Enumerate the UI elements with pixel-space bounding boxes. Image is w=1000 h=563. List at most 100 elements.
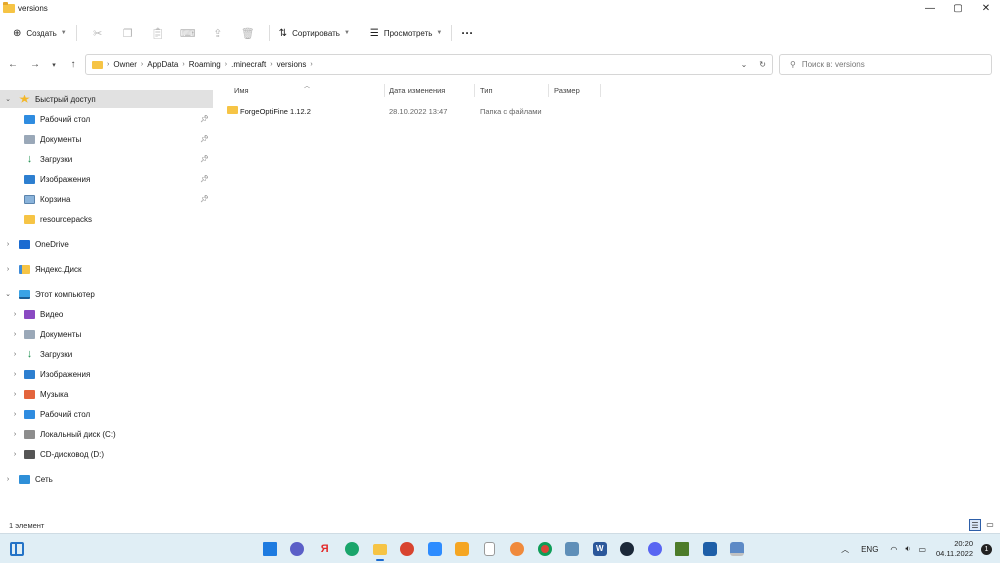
details-view-icon[interactable]: ☰ <box>969 519 981 531</box>
refresh-icon[interactable]: ↻ <box>759 60 766 69</box>
new-button[interactable]: ⊕ Создать ▼ <box>10 22 70 44</box>
column-divider[interactable] <box>474 84 475 97</box>
sort-button[interactable]: ⇅ Сортировать ▼ <box>276 22 353 44</box>
column-header-modified[interactable]: Дата изменения <box>389 86 445 95</box>
sidebar-item-recycle-bin[interactable]: Корзина 📌︎ <box>0 190 213 208</box>
chevron-up-icon[interactable]: ︿ <box>841 544 849 555</box>
taskbar-app-yandex-browser[interactable]: Я <box>311 539 339 559</box>
recent-chevron-icon[interactable]: ▾ <box>46 61 62 69</box>
taskbar-app-remote-desktop[interactable] <box>724 539 752 559</box>
taskbar-app-edge[interactable] <box>339 539 367 559</box>
sidebar-item-documents[interactable]: Документы 📌︎ <box>0 130 213 148</box>
column-divider[interactable] <box>548 84 549 97</box>
column-divider[interactable] <box>600 84 601 97</box>
sidebar-item-quick-access[interactable]: ⌄ Быстрый доступ <box>0 90 213 108</box>
history-chevron-icon[interactable]: ⌄ <box>741 60 748 69</box>
wifi-icon[interactable]: ◠ <box>890 545 897 554</box>
copy-icon[interactable]: ❐ <box>113 27 143 40</box>
share-icon[interactable]: ⇪ <box>203 27 233 40</box>
chevron-right-icon[interactable]: › <box>10 411 20 418</box>
search-input[interactable]: ⚲ Поиск в: versions <box>779 54 992 75</box>
volume-icon[interactable]: 🔉︎ <box>905 544 910 554</box>
chevron-right-icon[interactable]: › <box>3 241 13 248</box>
column-header-type[interactable]: Тип <box>480 86 493 95</box>
sidebar-item-local-disk-c[interactable]: › Локальный диск (C:) <box>0 425 213 443</box>
sidebar-item-downloads[interactable]: ↓ Загрузки 📌︎ <box>0 150 213 168</box>
widgets-icon[interactable] <box>10 542 24 556</box>
chevron-down-icon[interactable]: ⌄ <box>3 290 13 298</box>
taskbar-app-document[interactable] <box>476 539 504 559</box>
taskbar-app-target[interactable] <box>504 539 532 559</box>
sidebar-item-network[interactable]: › Сеть <box>0 470 213 488</box>
view-button[interactable]: ☰ Просмотреть ▼ <box>367 22 445 44</box>
taskbar-app-chat[interactable] <box>284 539 312 559</box>
back-arrow-icon[interactable]: ← <box>2 59 24 70</box>
taskbar-app-steam[interactable] <box>614 539 642 559</box>
taskbar-app-ccleaner[interactable] <box>394 539 422 559</box>
taskbar-app-image-viewer[interactable] <box>696 539 724 559</box>
column-header-size[interactable]: Размер <box>554 86 580 95</box>
sidebar-item-pc-desktop[interactable]: › Рабочий стол <box>0 405 213 423</box>
sidebar-item-pc-pictures[interactable]: › Изображения <box>0 365 213 383</box>
chevron-right-icon[interactable]: › <box>3 476 13 483</box>
sidebar-item-desktop[interactable]: Рабочий стол 📌︎ <box>0 110 213 128</box>
breadcrumb-roaming[interactable]: Roaming <box>189 60 221 69</box>
taskbar-app-discord[interactable] <box>641 539 669 559</box>
taskbar-app-minecraft[interactable] <box>669 539 697 559</box>
battery-icon[interactable]: ▭ <box>918 545 926 554</box>
clock[interactable]: 20:20 04.11.2022 <box>936 539 973 559</box>
pin-icon[interactable]: 📌︎ <box>200 135 209 143</box>
address-bar[interactable]: › Owner › AppData › Roaming › .minecraft… <box>85 54 773 75</box>
minimize-button[interactable]: — <box>916 0 944 17</box>
sidebar-item-pictures[interactable]: Изображения 📌︎ <box>0 170 213 188</box>
breadcrumb-minecraft[interactable]: .minecraft <box>231 60 266 69</box>
paste-icon[interactable]: 📋︎ <box>143 27 173 40</box>
sidebar-item-music[interactable]: › Музыка <box>0 385 213 403</box>
taskbar-app-file-explorer[interactable] <box>366 539 394 561</box>
taskbar-app-word[interactable]: W <box>586 539 614 559</box>
sidebar-item-onedrive[interactable]: › OneDrive <box>0 235 213 253</box>
maximize-button[interactable]: ▢ <box>944 0 972 17</box>
chevron-right-icon[interactable]: › <box>10 311 20 318</box>
breadcrumb-owner[interactable]: Owner <box>113 60 137 69</box>
notification-badge[interactable]: 1 <box>981 543 992 555</box>
sidebar-item-pc-downloads[interactable]: › ↓ Загрузки <box>0 345 213 363</box>
taskbar-app-chrome[interactable] <box>531 539 559 559</box>
language-indicator[interactable]: ENG <box>861 545 878 554</box>
taskbar-app-photos[interactable] <box>559 539 587 559</box>
chevron-down-icon[interactable]: ⌄ <box>3 95 13 103</box>
chevron-right-icon[interactable]: › <box>10 351 20 358</box>
forward-arrow-icon[interactable]: → <box>24 59 46 70</box>
chevron-right-icon[interactable]: › <box>10 371 20 378</box>
chevron-right-icon[interactable]: › <box>10 391 20 398</box>
up-arrow-icon[interactable]: ↑ <box>62 59 84 70</box>
chevron-right-icon[interactable]: › <box>10 331 20 338</box>
rename-icon[interactable]: ⌨ <box>173 27 203 40</box>
sidebar-item-pc-documents[interactable]: › Документы <box>0 325 213 343</box>
pin-icon[interactable]: 📌︎ <box>200 175 209 183</box>
sidebar-item-cd-drive-d[interactable]: › CD-дисковод (D:) <box>0 445 213 463</box>
taskbar-app-zoom[interactable] <box>421 539 449 559</box>
chevron-right-icon[interactable]: › <box>10 451 20 458</box>
close-button[interactable]: ✕ <box>972 0 1000 17</box>
taskbar-app-notes[interactable] <box>449 539 477 559</box>
breadcrumb-appdata[interactable]: AppData <box>147 60 178 69</box>
table-row[interactable]: ForgeOptiFine 1.12.2 28.10.2022 13:47 Па… <box>224 102 784 120</box>
tiles-view-icon[interactable]: ▭ <box>984 519 996 531</box>
chevron-right-icon[interactable]: › <box>10 431 20 438</box>
breadcrumb-versions[interactable]: versions <box>277 60 307 69</box>
start-button[interactable] <box>256 539 284 559</box>
more-options-button[interactable]: ··· <box>458 22 476 44</box>
pin-icon[interactable]: 📌︎ <box>200 195 209 203</box>
sidebar-item-resourcepacks[interactable]: resourcepacks <box>0 210 213 228</box>
pin-icon[interactable]: 📌︎ <box>200 155 209 163</box>
sidebar-item-videos[interactable]: › Видео <box>0 305 213 323</box>
sidebar-item-yandex-disk[interactable]: › Яндекс.Диск <box>0 260 213 278</box>
chevron-right-icon[interactable]: › <box>3 266 13 273</box>
delete-icon[interactable]: 🗑︎ <box>233 27 263 40</box>
sidebar-item-this-pc[interactable]: ⌄ Этот компьютер <box>0 285 213 303</box>
cut-icon[interactable]: ✂ <box>83 27 113 40</box>
pin-icon[interactable]: 📌︎ <box>200 115 209 123</box>
column-header-name[interactable]: Имя <box>234 86 249 95</box>
column-divider[interactable] <box>384 84 385 97</box>
